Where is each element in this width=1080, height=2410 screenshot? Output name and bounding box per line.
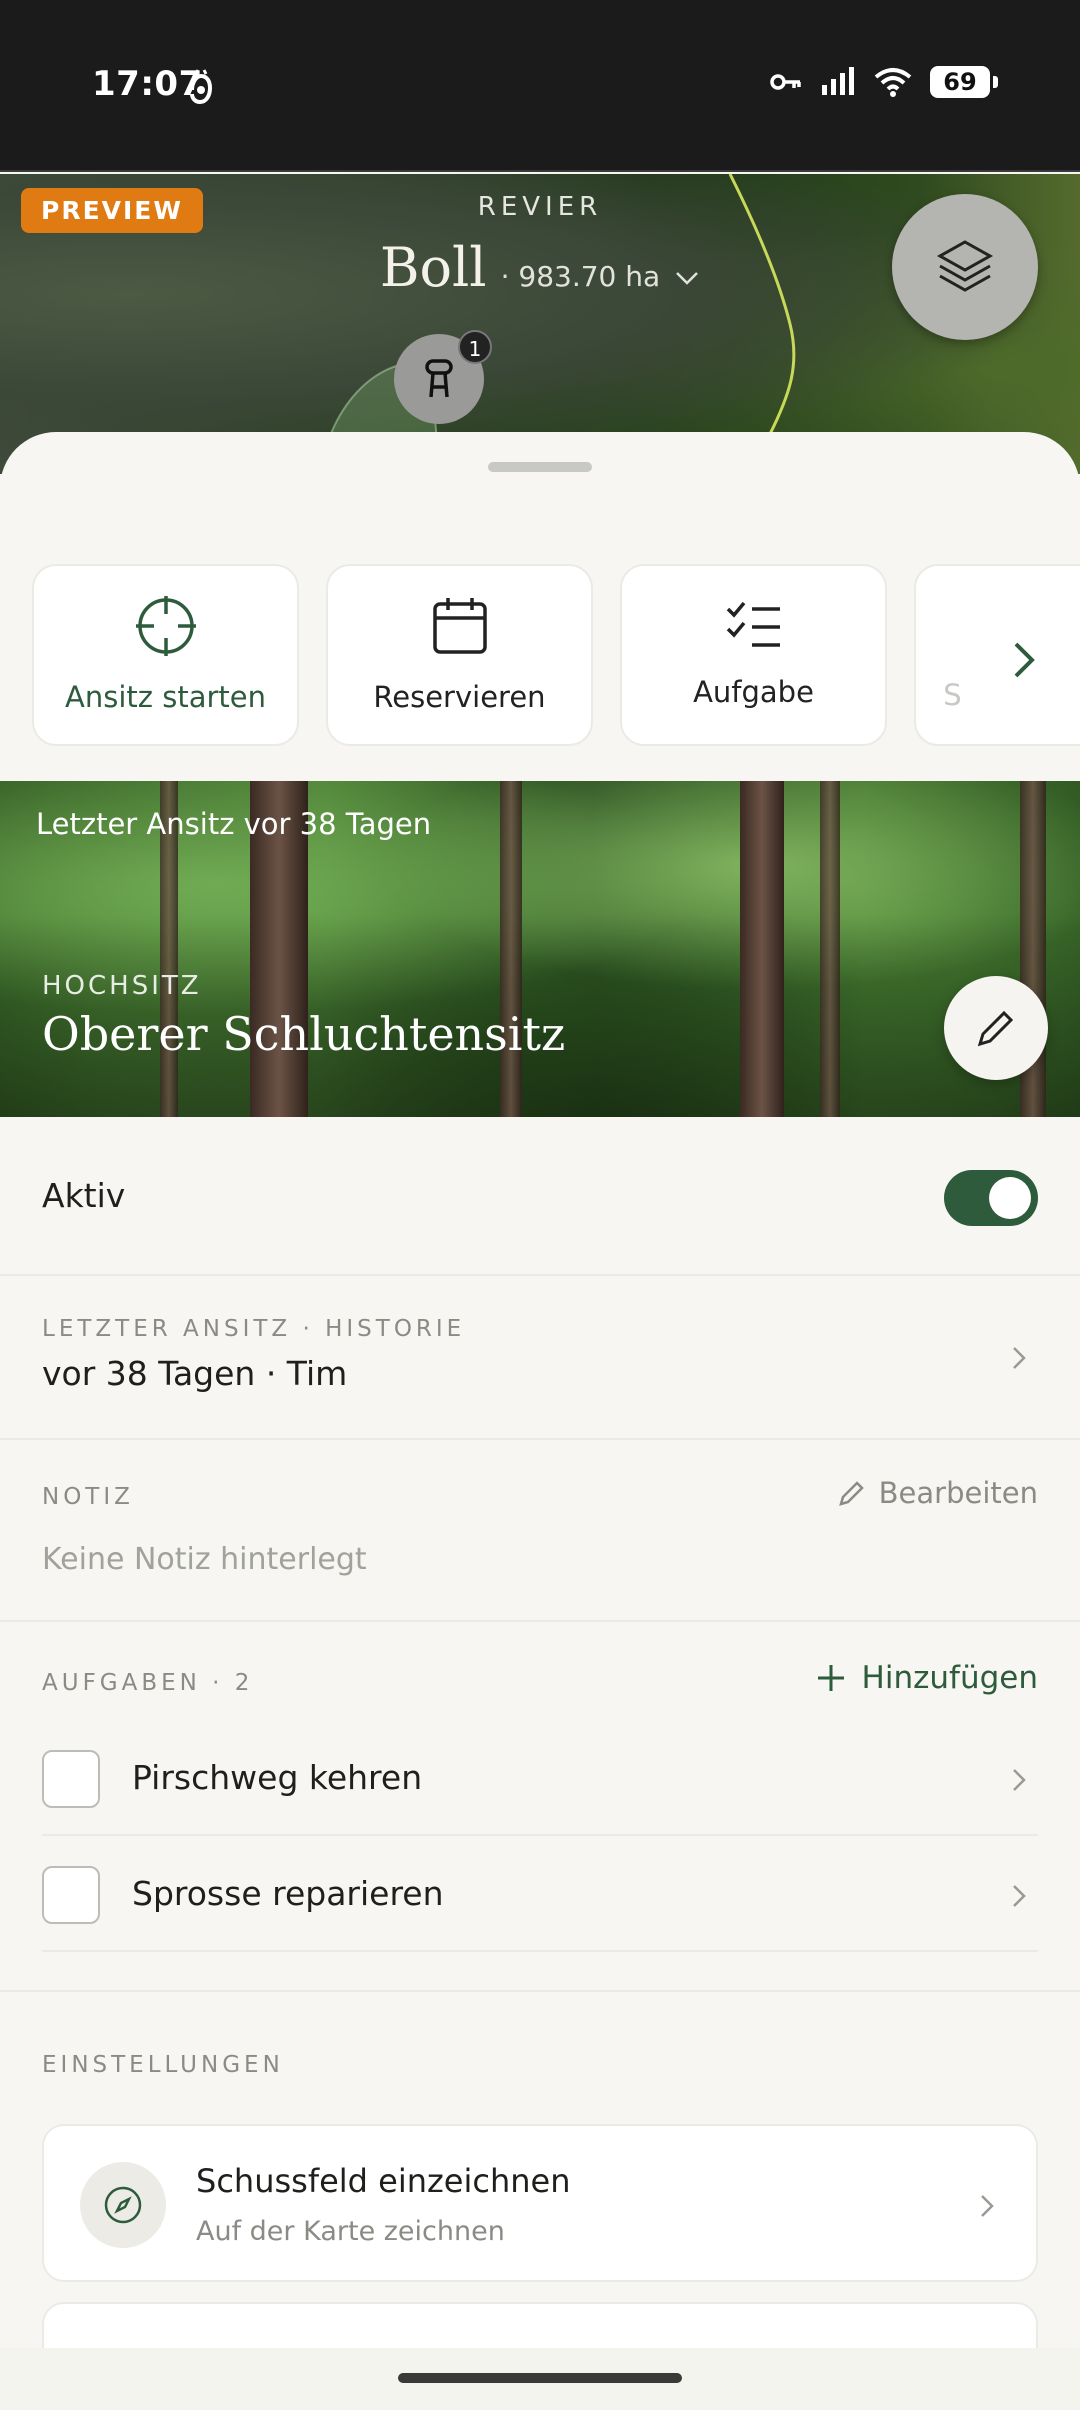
home-gesture-pill[interactable] bbox=[398, 2373, 682, 2383]
start-ansitz-label: Ansitz starten bbox=[65, 680, 266, 714]
app-notification-icon bbox=[190, 69, 213, 105]
crosshair-icon bbox=[135, 596, 196, 656]
aufgabe-label: Aufgabe bbox=[693, 675, 814, 709]
task-label: Sprosse reparieren bbox=[132, 1874, 444, 1913]
task-checkbox[interactable] bbox=[42, 1866, 100, 1924]
marker-count-badge: 1 bbox=[458, 330, 492, 364]
note-edit-label: Bearbeiten bbox=[878, 1476, 1038, 1510]
reservieren-label: Reservieren bbox=[373, 680, 546, 714]
add-task-label: Hinzufügen bbox=[861, 1660, 1038, 1696]
note-section: NOTIZ Bearbeiten Keine Notiz hinterlegt bbox=[0, 1440, 1080, 1622]
compass-icon bbox=[80, 2162, 166, 2248]
tree-trunk bbox=[500, 781, 522, 1117]
history-row[interactable]: LETZTER ANSITZ · HISTORIE vor 38 Tagen ·… bbox=[0, 1276, 1080, 1440]
layers-icon bbox=[936, 240, 994, 292]
tasks-eyebrow: AUFGABEN · 2 bbox=[42, 1670, 254, 1696]
task-item[interactable]: Pirschweg kehren bbox=[42, 1720, 1038, 1836]
chevron-right-icon bbox=[1013, 1769, 1026, 1791]
aufgabe-button[interactable]: Aufgabe bbox=[620, 564, 887, 746]
tree-trunk bbox=[740, 781, 784, 1117]
wifi-icon bbox=[874, 68, 912, 97]
bottom-sheet: Ansitz starten Reservieren Aufgabe S Let… bbox=[0, 432, 1080, 2410]
note-eyebrow: NOTIZ bbox=[42, 1484, 134, 1510]
sheet-drag-handle[interactable] bbox=[488, 462, 592, 472]
aktiv-toggle[interactable] bbox=[944, 1170, 1038, 1226]
reservieren-button[interactable]: Reservieren bbox=[326, 564, 593, 746]
task-item[interactable]: Sprosse reparieren bbox=[42, 1836, 1038, 1952]
aktiv-row: Aktiv bbox=[0, 1118, 1080, 1276]
last-visit-caption: Letzter Ansitz vor 38 Tagen bbox=[36, 807, 432, 841]
setting-title: Schussfeld einzeichnen bbox=[196, 2162, 571, 2200]
more-action-label: S bbox=[943, 678, 962, 712]
note-empty-text: Keine Notiz hinterlegt bbox=[42, 1542, 367, 1577]
history-eyebrow: LETZTER ANSITZ · HISTORIE bbox=[42, 1316, 466, 1342]
status-bar: 17:07 69 bbox=[0, 0, 1080, 172]
hochsitz-category: HOCHSITZ bbox=[42, 971, 202, 1001]
hochsitz-marker-icon bbox=[425, 359, 453, 398]
start-ansitz-button[interactable]: Ansitz starten bbox=[32, 564, 299, 746]
note-edit-button[interactable]: Bearbeiten bbox=[837, 1476, 1038, 1510]
signal-icon bbox=[822, 67, 854, 95]
pencil-icon bbox=[977, 1010, 1014, 1047]
chevron-right-icon bbox=[1013, 1885, 1026, 1907]
aktiv-label: Aktiv bbox=[42, 1176, 126, 1215]
toggle-knob bbox=[989, 1177, 1031, 1219]
vpn-key-icon bbox=[770, 74, 801, 90]
chevron-down-icon bbox=[676, 272, 699, 285]
hochsitz-photo: Letzter Ansitz vor 38 Tagen HOCHSITZ Obe… bbox=[0, 781, 1080, 1117]
plus-icon bbox=[817, 1665, 844, 1691]
schussfeld-setting[interactable]: Schussfeld einzeichnen Auf der Karte zei… bbox=[42, 2124, 1038, 2282]
tasks-section: AUFGABEN · 2 Hinzufügen Pirschweg kehren… bbox=[0, 1622, 1080, 1992]
revier-area: · 983.70 ha bbox=[500, 260, 661, 293]
battery-icon: 69 bbox=[930, 66, 998, 98]
edit-hochsitz-button[interactable] bbox=[944, 976, 1048, 1080]
chevron-right-icon bbox=[981, 2195, 994, 2217]
task-label: Pirschweg kehren bbox=[132, 1758, 423, 1797]
history-value: vor 38 Tagen · Tim bbox=[42, 1354, 348, 1393]
quick-actions: Ansitz starten Reservieren Aufgabe S bbox=[32, 564, 1080, 750]
add-task-button[interactable]: Hinzufügen bbox=[816, 1660, 1038, 1696]
more-action-button[interactable]: S bbox=[914, 564, 1080, 746]
pencil-icon bbox=[838, 1481, 864, 1506]
layers-button[interactable] bbox=[892, 194, 1038, 340]
calendar-icon bbox=[432, 598, 487, 654]
chevron-right-icon bbox=[1013, 1347, 1026, 1369]
revier-name: Boll bbox=[379, 236, 487, 299]
settings-eyebrow: EINSTELLUNGEN bbox=[42, 2052, 284, 2078]
chevron-right-icon[interactable] bbox=[1004, 630, 1044, 690]
tree-trunk bbox=[820, 781, 840, 1117]
checklist-icon bbox=[726, 601, 780, 647]
hochsitz-title: Oberer Schluchtensitz bbox=[42, 1007, 566, 1061]
task-checkbox[interactable] bbox=[42, 1750, 100, 1808]
setting-subtitle: Auf der Karte zeichnen bbox=[196, 2216, 505, 2247]
